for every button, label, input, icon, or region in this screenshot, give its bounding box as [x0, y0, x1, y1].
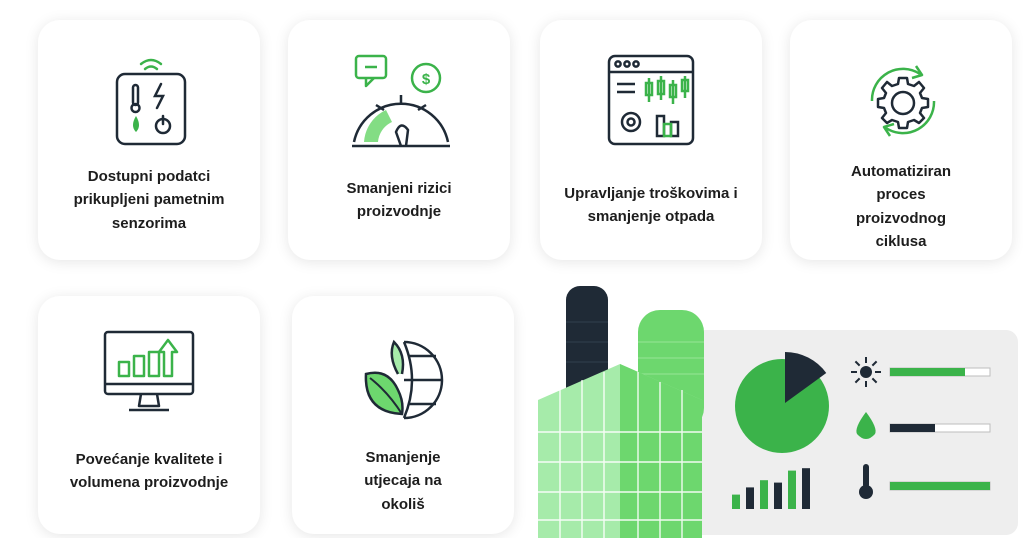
leaf-globe-icon — [364, 339, 444, 420]
bar-2 — [746, 487, 754, 509]
card-quality: Povećanje kvalitete i volumena proizvodn… — [38, 296, 260, 534]
indicator-list — [851, 357, 991, 499]
bar-6 — [802, 468, 810, 509]
bar-1 — [732, 494, 740, 509]
indicator-fill-3 — [890, 482, 990, 490]
pie-chart — [735, 352, 829, 453]
card-sensors: Dostupni podatci prikupljeni pametnim se… — [38, 20, 260, 260]
card-automation-label: Automatiziran proces proizvodnog ciklusa — [850, 163, 951, 250]
card-risks: $ Smanjeni rizici proizvodnje — [288, 20, 510, 260]
svg-text:$: $ — [422, 71, 431, 88]
bar-3 — [760, 480, 768, 509]
water-drop-icon — [856, 412, 876, 439]
card-quality-label: Povećanje kvalitete i volumena proizvodn… — [69, 451, 229, 492]
sun-icon — [851, 357, 881, 387]
card-risks-label: Smanjeni rizici proizvodnje — [346, 180, 452, 221]
card-costs-label: Upravljanje troškovima i smanjenje otpad… — [564, 185, 738, 226]
indicator-fill-2 — [890, 424, 935, 432]
card-environment: Smanjenje utjecaja na okoliš — [292, 296, 514, 534]
bar-5 — [788, 470, 796, 509]
card-sensors-label: Dostupni podatci prikupljeni pametnim se… — [73, 168, 225, 232]
thermometer-icon — [859, 464, 873, 499]
card-environment-label: Smanjenje utjecaja na okoliš — [364, 449, 442, 513]
card-automation: Automatiziran proces proizvodnog ciklusa — [790, 20, 1012, 260]
bar-chart — [732, 468, 810, 509]
smart-factory-dashboard-illustration — [538, 286, 991, 538]
bar-4 — [774, 482, 782, 509]
indicator-fill-1 — [890, 368, 965, 376]
sensor-device-icon — [115, 58, 187, 146]
card-costs: Upravljanje troškovima i smanjenje otpad… — [540, 20, 762, 260]
monitor-growth-icon — [103, 330, 195, 412]
gear-cycle-icon — [870, 65, 936, 137]
risk-gauge-icon: $ — [352, 54, 450, 148]
dashboard-cost-icon — [607, 54, 695, 146]
